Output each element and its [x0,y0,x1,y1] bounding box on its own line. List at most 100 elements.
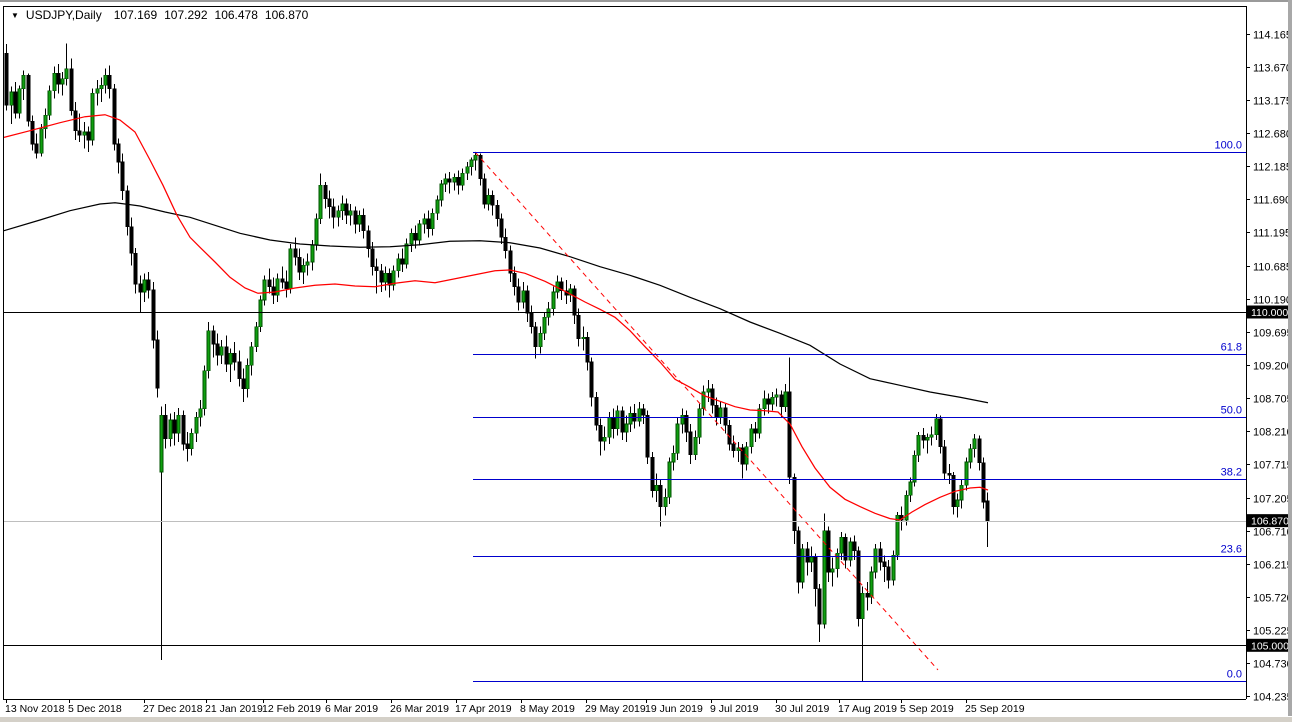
bear-candle-body [181,415,186,445]
fibonacci-level-label: 100.0 [1214,140,1242,152]
price-axis-label: 107.715 [1253,459,1292,471]
bear-candle-body [585,337,590,363]
bull-candle-body [82,131,87,136]
bull-candle-body [830,568,835,573]
fibonacci-level-label: 38.2 [1221,467,1242,479]
price-chart-canvas[interactable]: 100.0 61.8 50.0 38.2 23.6 0.0 114.165 113.670 11… [0,0,1292,722]
bull-candle-body [219,346,224,356]
bear-candle-body [112,88,117,145]
bull-candle-body [697,408,702,438]
bear-candle-body [852,541,857,551]
bull-candle-body [972,438,977,449]
time-axis-label: 5 Sep 2019 [900,703,954,715]
price-axis-label: 105.225 [1253,625,1292,637]
bear-candle-body [241,378,246,389]
bear-candle-body [366,230,371,249]
price-axis-label: 106.215 [1253,559,1292,571]
time-axis-label: 13 Nov 2018 [5,703,65,715]
bear-candle-body [792,477,797,531]
time-axis-label: 19 Jun 2019 [645,703,703,715]
bull-candle-body [955,499,960,507]
bear-candle-body [107,75,112,89]
bull-candle-body [607,417,612,438]
bear-candle-body [921,435,926,441]
bull-candle-body [90,93,95,141]
bull-candle-body [873,548,878,573]
price-axis-label: 109.200 [1253,360,1292,372]
bear-candle-body [589,361,594,398]
bear-candle-body [611,417,616,429]
bull-candle-body [439,183,444,201]
bull-candle-body [929,434,934,438]
bull-candle-body [176,415,181,434]
bear-candle-body [271,286,276,296]
bull-candle-body [64,68,69,79]
price-axis-label: 112.185 [1253,161,1292,173]
bull-candle-body [800,548,805,583]
bear-candle-body [284,281,289,289]
bull-candle-body [460,173,465,186]
bear-candle-body [215,343,220,356]
bear-candle-body [878,548,883,563]
bear-candle-body [710,388,715,406]
collapse-triangle-icon[interactable]: ▼ [11,11,19,20]
ohlc-low: 106.478 [214,8,258,22]
bull-candle-body [383,273,388,283]
bear-candle-body [650,457,655,491]
bear-candle-body [86,131,91,141]
bear-candle-body [503,237,508,251]
bear-candle-body [327,198,332,207]
bull-candle-body [310,245,315,263]
bear-candle-body [4,53,9,106]
time-axis-label: 8 May 2019 [520,703,575,715]
bull-candle-body [848,541,853,561]
bear-candle-body [447,178,452,183]
bull-candle-body [718,407,723,418]
time-axis-label: 30 Jul 2019 [775,703,829,715]
bear-candle-body [981,462,986,503]
bear-candle-body [882,561,887,567]
bull-candle-body [404,243,409,265]
bull-candle-body [305,261,310,266]
time-axis-label: 12 Feb 2019 [262,703,321,715]
bear-candle-body [331,206,336,218]
bull-candle-body [189,433,194,449]
bull-candle-body [908,481,913,496]
bear-candle-body [125,190,130,227]
fibonacci-level-label: 23.6 [1221,544,1242,556]
bear-candle-body [379,270,384,283]
bear-candle-body [482,178,487,205]
bear-candle-body [69,68,74,111]
bull-candle-body [860,593,865,619]
bull-candle-body [538,333,543,347]
bull-candle-body [680,415,685,425]
bear-candle-body [26,75,31,122]
bull-candle-body [968,448,973,463]
bull-candle-body [249,346,254,366]
ohlc-close: 106.870 [264,8,309,22]
time-axis-label: 29 May 2019 [585,703,646,715]
bull-candle-body [602,437,607,442]
bear-candle-body [813,557,818,589]
bull-candle-body [95,88,100,94]
bear-candle-body [727,425,732,445]
symbol-period-label: USDJPY,Daily [25,8,102,22]
bull-candle-body [465,166,470,174]
bull-candle-body [624,423,629,433]
bull-candle-body [654,485,659,491]
bear-candle-body [490,195,495,206]
price-axis-label: 109.695 [1253,327,1292,339]
bear-candle-body [620,410,625,433]
chart-window[interactable]: 100.0 61.8 50.0 38.2 23.6 0.0 114.165 113.670 11… [0,0,1292,722]
bull-candle-body [430,213,435,229]
bull-candle-body [103,75,108,86]
price-axis-label: 112.680 [1253,128,1292,140]
bear-candle-body [499,218,504,238]
bear-candle-body [645,415,650,458]
bear-candle-body [598,425,603,442]
bear-candle-body [267,279,272,287]
price-axis-label: 104.730 [1253,658,1292,670]
bull-candle-body [52,73,57,91]
bear-candle-body [456,177,461,186]
bull-candle-body [675,423,680,454]
